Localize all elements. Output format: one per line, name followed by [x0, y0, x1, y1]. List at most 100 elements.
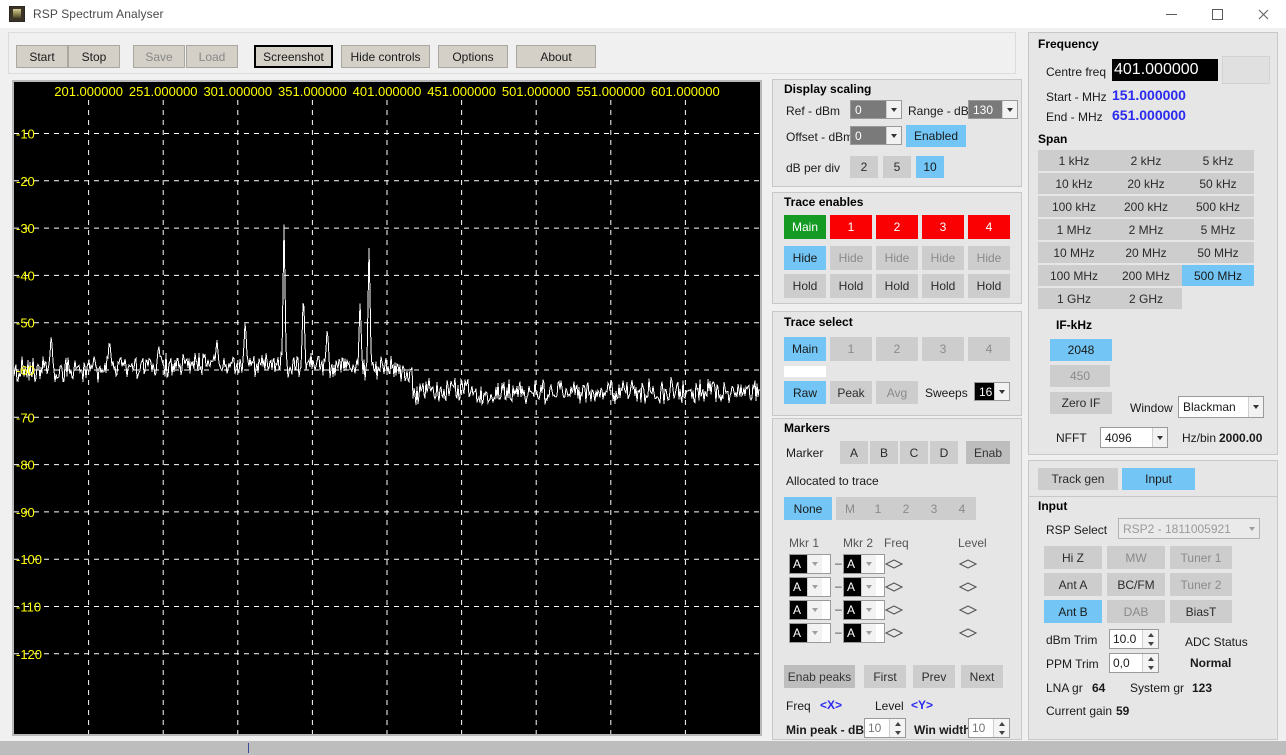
trace-select-2[interactable]: 2 — [876, 337, 918, 361]
close-icon[interactable] — [1240, 0, 1286, 28]
trace-enable-main[interactable]: Main — [784, 215, 826, 239]
chevron-down-icon[interactable] — [807, 624, 822, 642]
marker-row-4-mkr2-combo[interactable]: A — [843, 623, 885, 643]
rsp-select-combo[interactable]: RSP2 - 1811005921 — [1118, 518, 1260, 539]
input-ant-a-button[interactable]: Ant A — [1044, 573, 1102, 596]
peak-next-button[interactable]: Next — [961, 665, 1003, 688]
horizontal-scrollbar[interactable] — [0, 741, 1286, 755]
trace-select-main[interactable]: Main — [784, 337, 826, 361]
marker-enab-button[interactable]: Enab — [966, 441, 1010, 464]
input-dab-button[interactable]: DAB — [1107, 600, 1165, 623]
trace-select-4[interactable]: 4 — [968, 337, 1010, 361]
scrollbar-thumb[interactable] — [0, 741, 248, 755]
marker-row-4-mkr1-combo[interactable]: A — [789, 623, 831, 643]
trace-enable-2[interactable]: 2 — [876, 215, 918, 239]
offset-enabled-button[interactable]: Enabled — [906, 125, 966, 147]
about-button[interactable]: About — [516, 45, 596, 68]
span-button-2-mhz[interactable]: 2 MHz — [1110, 219, 1182, 240]
input-mode-button[interactable]: Input — [1122, 468, 1195, 490]
marker-row-3-mkr1-combo[interactable]: A — [789, 600, 831, 620]
marker-alloc-none[interactable]: None — [784, 497, 832, 520]
trace-select-3[interactable]: 3 — [922, 337, 964, 361]
span-button-10-khz[interactable]: 10 kHz — [1038, 173, 1110, 194]
marker-alloc-m[interactable]: M — [836, 497, 864, 520]
marker-alloc-4[interactable]: 4 — [948, 497, 976, 520]
minimize-icon[interactable] — [1148, 0, 1194, 28]
db-per-div-5-button[interactable]: 5 — [883, 156, 911, 178]
span-button-20-mhz[interactable]: 20 MHz — [1110, 242, 1182, 263]
chevron-down-icon[interactable] — [861, 601, 876, 619]
span-button-100-mhz[interactable]: 100 MHz — [1038, 265, 1110, 286]
trace-hide-main[interactable]: Hide — [784, 246, 826, 270]
marker-row-3-mkr2-combo[interactable]: A — [843, 600, 885, 620]
trace-enable-3[interactable]: 3 — [922, 215, 964, 239]
span-button-5-khz[interactable]: 5 kHz — [1182, 150, 1254, 171]
span-button-1-ghz[interactable]: 1 GHz — [1038, 288, 1110, 309]
hide-controls-button[interactable]: Hide controls — [341, 45, 430, 68]
trace-hold-4[interactable]: Hold — [968, 274, 1010, 298]
chevron-down-icon[interactable] — [886, 101, 901, 118]
trace-hold-3[interactable]: Hold — [922, 274, 964, 298]
chevron-down-icon[interactable] — [807, 578, 822, 596]
track-gen-button[interactable]: Track gen — [1038, 468, 1118, 490]
stepper-icon[interactable] — [993, 719, 1009, 737]
chevron-down-icon[interactable] — [886, 127, 901, 144]
marker-slot-b[interactable]: B — [870, 441, 898, 464]
marker-alloc-1[interactable]: 1 — [864, 497, 892, 520]
min-peak-spinner[interactable]: 10 — [864, 718, 906, 738]
peak-first-button[interactable]: First — [864, 665, 906, 688]
stepper-icon[interactable] — [889, 719, 905, 737]
span-button-10-mhz[interactable]: 10 MHz — [1038, 242, 1110, 263]
input-biast-button[interactable]: BiasT — [1170, 600, 1232, 623]
trace-mode-peak[interactable]: Peak — [830, 381, 872, 404]
trace-select-1[interactable]: 1 — [830, 337, 872, 361]
span-button-2-khz[interactable]: 2 kHz — [1110, 150, 1182, 171]
trace-enable-4[interactable]: 4 — [968, 215, 1010, 239]
options-button[interactable]: Options — [438, 45, 508, 68]
trace-hold-2[interactable]: Hold — [876, 274, 918, 298]
marker-row-1-mkr1-combo[interactable]: A — [789, 554, 831, 574]
chevron-down-icon[interactable] — [861, 624, 876, 642]
ref-dbm-combo[interactable]: 0 — [850, 100, 902, 119]
marker-row-2-mkr2-combo[interactable]: A — [843, 577, 885, 597]
if-zero-button[interactable]: Zero IF — [1050, 392, 1112, 414]
peak-prev-button[interactable]: Prev — [913, 665, 955, 688]
nfft-combo[interactable]: 4096 — [1100, 427, 1168, 448]
input-tuner1-button[interactable]: Tuner 1 — [1170, 546, 1232, 569]
chevron-down-icon[interactable] — [861, 578, 876, 596]
trace-hide-4[interactable]: Hide — [968, 246, 1010, 270]
ppm-trim-spinner[interactable]: 0,0 — [1109, 653, 1159, 673]
chevron-down-icon[interactable] — [807, 555, 822, 573]
enab-peaks-button[interactable]: Enab peaks — [784, 665, 855, 688]
span-button-1-mhz[interactable]: 1 MHz — [1038, 219, 1110, 240]
sweeps-combo[interactable]: 16 — [974, 382, 1010, 401]
start-button[interactable]: Start — [16, 45, 68, 68]
spectrum-plot[interactable]: -10 -20 -30 -40 -50 -60 -70 -80 -90 -100 -110 -120 2… — [12, 80, 762, 736]
span-button-20-khz[interactable]: 20 kHz — [1110, 173, 1182, 194]
chevron-down-icon[interactable] — [1244, 519, 1259, 538]
span-button-200-khz[interactable]: 200 kHz — [1110, 196, 1182, 217]
maximize-icon[interactable] — [1194, 0, 1240, 28]
span-button-50-mhz[interactable]: 50 MHz — [1182, 242, 1254, 263]
marker-slot-a[interactable]: A — [840, 441, 868, 464]
db-per-div-2-button[interactable]: 2 — [850, 156, 878, 178]
centre-freq-field[interactable]: 401.000000 — [1112, 59, 1218, 81]
trace-hold-1[interactable]: Hold — [830, 274, 872, 298]
marker-row-2-mkr1-combo[interactable]: A — [789, 577, 831, 597]
span-button-5-mhz[interactable]: 5 MHz — [1182, 219, 1254, 240]
chevron-down-icon[interactable] — [1248, 397, 1263, 417]
dbm-trim-spinner[interactable]: 10.0 — [1109, 629, 1159, 649]
screenshot-button[interactable]: Screenshot — [254, 45, 333, 68]
marker-alloc-2[interactable]: 2 — [892, 497, 920, 520]
trace-enable-1[interactable]: 1 — [830, 215, 872, 239]
span-button-500-khz[interactable]: 500 kHz — [1182, 196, 1254, 217]
chevron-down-icon[interactable] — [807, 601, 822, 619]
input-tuner2-button[interactable]: Tuner 2 — [1170, 573, 1232, 596]
win-width-spinner[interactable]: 10 — [968, 718, 1010, 738]
stepper-icon[interactable] — [1142, 630, 1158, 648]
marker-slot-c[interactable]: C — [900, 441, 928, 464]
chevron-down-icon[interactable] — [994, 383, 1009, 400]
span-button-2-ghz[interactable]: 2 GHz — [1110, 288, 1182, 309]
trace-hide-2[interactable]: Hide — [876, 246, 918, 270]
db-per-div-10-button[interactable]: 10 — [916, 156, 944, 178]
